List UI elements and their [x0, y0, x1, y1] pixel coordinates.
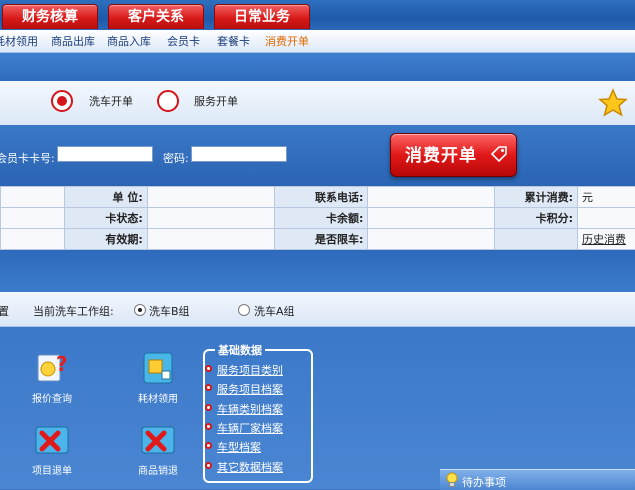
history-consume-link[interactable]: 历史消费 [578, 229, 635, 250]
unit-label: 单 位: [64, 187, 147, 208]
card-balance-label: 卡余额: [274, 208, 368, 229]
wash-group-label: 当前洗车工作组: [33, 303, 114, 319]
bullet-icon [205, 404, 212, 411]
link-service-archive-label: 服务项目档案 [217, 383, 283, 396]
tab-daily-business[interactable]: 日常业务 [214, 4, 310, 29]
truncated-label: 置 [0, 303, 9, 319]
link-service-archive[interactable]: 服务项目档案 [217, 381, 283, 397]
radio-wash-group-b-label[interactable]: 洗车B组 [149, 303, 190, 319]
radio-service-order-label[interactable]: 服务开单 [194, 93, 238, 109]
order-type-row: 洗车开单 服务开单 [0, 81, 635, 126]
workspace: ? 报价查询 耗材领用 项目退单 商品 [0, 327, 635, 489]
consume-order-button[interactable]: 消费开单 [390, 133, 517, 177]
link-vehicle-category-label: 车辆类别档案 [217, 403, 283, 416]
card-status-value [147, 208, 274, 229]
tab-finance[interactable]: 财务核算 [2, 4, 98, 29]
quick-material-use[interactable]: 耗材领用 [126, 349, 190, 405]
link-other-data[interactable]: 其它数据档案 [217, 459, 283, 475]
spacer-band [0, 250, 635, 292]
password-input[interactable] [191, 146, 287, 162]
price-query-icon: ? [32, 349, 72, 387]
subnav-consume-order[interactable]: 消费开单 [265, 33, 309, 49]
card-input-row: 会员卡卡号: 密码: 消费开单 [0, 125, 635, 186]
quick-goods-return-label: 商品销退 [126, 462, 190, 477]
phone-label: 联系电话: [274, 187, 368, 208]
table-cell [1, 229, 65, 250]
sub-nav: 耗材领用 商品出库 商品入库 会员卡 套餐卡 消费开单 [0, 30, 635, 53]
link-service-category-label: 服务项目类别 [217, 364, 283, 377]
bullet-icon [205, 365, 212, 372]
quick-price-query-label: 报价查询 [20, 390, 84, 405]
radio-wash-order-label[interactable]: 洗车开单 [89, 93, 133, 109]
link-other-data-label: 其它数据档案 [217, 461, 283, 474]
link-service-category[interactable]: 服务项目类别 [217, 362, 283, 378]
subnav-goods-out[interactable]: 商品出库 [51, 33, 95, 49]
limit-car-value [368, 229, 495, 250]
table-cell [495, 229, 578, 250]
phone-value [368, 187, 495, 208]
cancel-order-icon [32, 421, 72, 459]
quick-cancel-order-label: 项目退单 [20, 462, 84, 477]
subnav-goods-in[interactable]: 商品入库 [107, 33, 151, 49]
tag-icon [490, 145, 508, 163]
favorite-star-icon[interactable] [598, 88, 628, 121]
svg-text:?: ? [56, 352, 68, 376]
table-cell [1, 208, 65, 229]
card-points-value [578, 208, 635, 229]
base-data-panel: 基础数据 服务项目类别 服务项目档案 车辆类别档案 车辆厂家档案 车型档案 其它… [203, 349, 313, 483]
radio-service-order[interactable] [157, 90, 179, 112]
link-vehicle-maker-label: 车辆厂家档案 [217, 422, 283, 435]
password-label: 密码: [163, 150, 189, 166]
table-row: 有效期: 是否限车: 历史消费 [1, 229, 635, 250]
goods-return-icon [138, 421, 178, 459]
link-vehicle-maker[interactable]: 车辆厂家档案 [217, 420, 283, 436]
base-data-title: 基础数据 [215, 342, 265, 358]
limit-car-label: 是否限车: [274, 229, 368, 250]
tab-customer-relations[interactable]: 客户关系 [108, 4, 204, 29]
consume-order-button-label: 消费开单 [405, 146, 477, 166]
quick-material-use-label: 耗材领用 [126, 390, 190, 405]
bullet-icon [205, 423, 212, 430]
wash-group-row: 置 当前洗车工作组: 洗车B组 洗车A组 [0, 292, 635, 327]
radio-wash-group-a-label[interactable]: 洗车A组 [254, 303, 295, 319]
todo-label: 待办事项 [462, 474, 506, 490]
radio-wash-group-a[interactable] [238, 304, 250, 316]
quick-price-query[interactable]: ? 报价查询 [20, 349, 84, 405]
quick-goods-return[interactable]: 商品销退 [126, 421, 190, 477]
link-vehicle-model-label: 车型档案 [217, 441, 261, 454]
radio-wash-group-b[interactable] [134, 304, 146, 316]
bullet-icon [205, 442, 212, 449]
table-cell [1, 187, 65, 208]
quick-cancel-order[interactable]: 项目退单 [20, 421, 84, 477]
card-no-label: 会员卡卡号: [0, 150, 55, 166]
validity-value [147, 229, 274, 250]
table-row: 卡状态: 卡余额: 卡积分: [1, 208, 635, 229]
link-vehicle-category[interactable]: 车辆类别档案 [217, 401, 283, 417]
main-tab-bar: 财务核算 客户关系 日常业务 [0, 0, 635, 30]
bullet-icon [205, 384, 212, 391]
subnav-member-card[interactable]: 会员卡 [167, 33, 200, 49]
radio-wash-order[interactable] [51, 90, 73, 112]
total-consume-label: 累计消费: [495, 187, 578, 208]
subnav-material-use[interactable]: 耗材领用 [0, 33, 38, 49]
material-icon [138, 349, 178, 387]
card-no-input[interactable] [57, 146, 153, 162]
card-balance-value [368, 208, 495, 229]
card-status-label: 卡状态: [64, 208, 147, 229]
total-consume-value: 元 [578, 187, 635, 208]
member-info-table: 单 位: 联系电话: 累计消费: 元 卡状态: 卡余额: 卡积分: 有效期: 是… [0, 186, 635, 250]
lightbulb-icon [445, 472, 459, 488]
card-points-label: 卡积分: [495, 208, 578, 229]
bullet-icon [205, 462, 212, 469]
todo-panel[interactable]: 待办事项 [440, 469, 635, 490]
subnav-package-card[interactable]: 套餐卡 [217, 33, 250, 49]
link-vehicle-model[interactable]: 车型档案 [217, 439, 261, 455]
table-row: 单 位: 联系电话: 累计消费: 元 [1, 187, 635, 208]
validity-label: 有效期: [64, 229, 147, 250]
header-band [0, 53, 635, 81]
unit-value [147, 187, 274, 208]
